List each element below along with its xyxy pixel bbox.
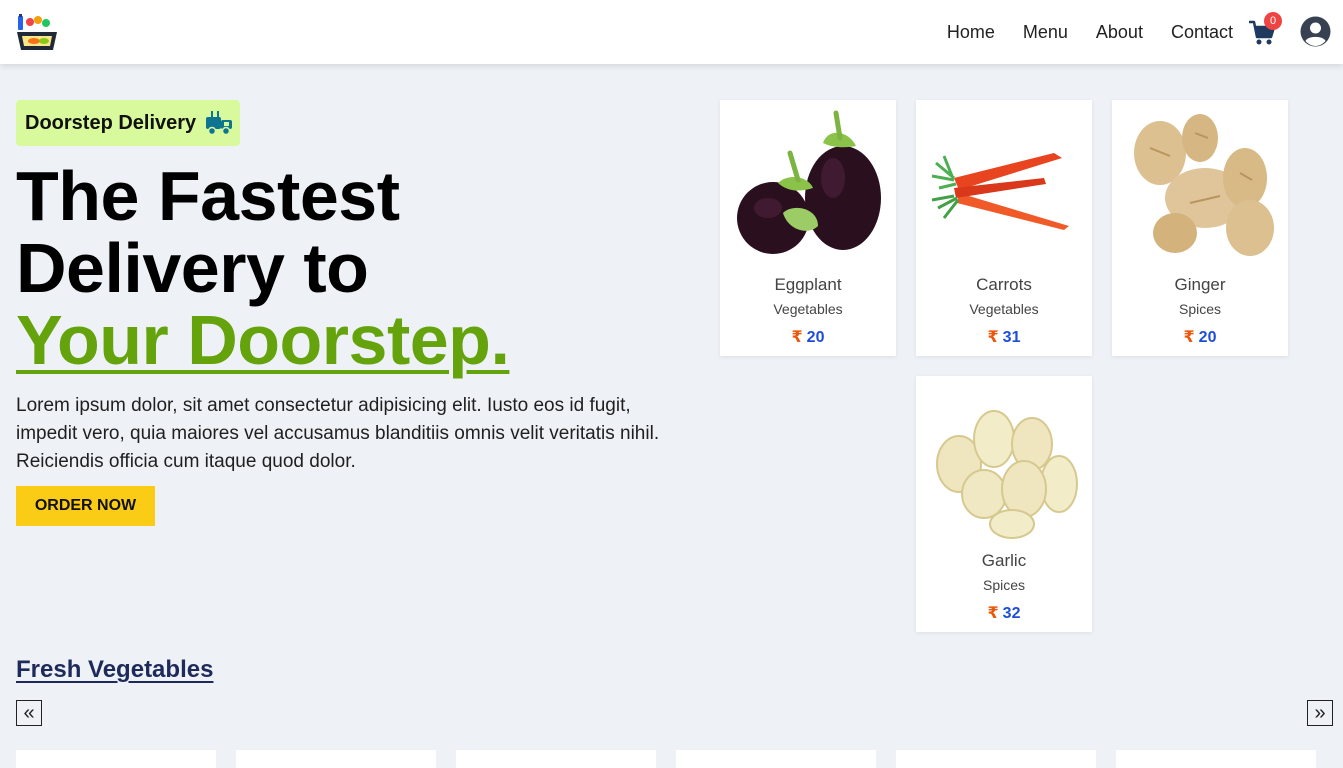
main-nav: Home Menu About Contact	[947, 0, 1233, 64]
garlic-image	[936, 410, 1078, 539]
eggplant-image	[737, 110, 881, 254]
product-price: ₹32	[916, 603, 1092, 623]
fresh-vegetables-heading: Fresh Vegetables	[16, 656, 214, 683]
product-category: Spices	[1178, 301, 1222, 317]
carousel-next-button[interactable]: »	[1307, 700, 1333, 726]
carousel-prev-button[interactable]: «	[16, 700, 42, 726]
price-value: 32	[1002, 605, 1021, 622]
product-name: Carrots	[976, 275, 1032, 294]
carrots-image	[931, 153, 1069, 230]
product-card-ginger[interactable]: Ginger Spices ₹20	[1112, 100, 1288, 356]
user-account-icon[interactable]	[1300, 16, 1331, 47]
doorstep-delivery-badge: Doorstep Delivery	[16, 100, 240, 146]
product-category: Vegetables	[773, 301, 843, 317]
product-name: Eggplant	[774, 275, 842, 294]
nav-home[interactable]: Home	[947, 22, 995, 43]
vegetable-card[interactable]	[456, 750, 656, 768]
hero-title-line1: The Fastest	[16, 157, 400, 235]
product-name: Garlic	[981, 551, 1027, 570]
grocery-basket-logo-icon[interactable]	[16, 14, 58, 52]
product-card-eggplant[interactable]: Eggplant Vegetables ₹20	[720, 100, 896, 356]
hero-title: The Fastest Delivery to Your Doorstep.	[16, 157, 510, 379]
price-value: 20	[1198, 329, 1217, 346]
ginger-image	[1134, 114, 1274, 256]
nav-about[interactable]: About	[1096, 22, 1143, 43]
vegetable-card[interactable]	[676, 750, 876, 768]
product-card-carrots[interactable]: Carrots Vegetables ₹31	[916, 100, 1092, 356]
hero-description: Lorem ipsum dolor, sit amet consectetur …	[16, 395, 660, 472]
vegetable-card[interactable]	[16, 750, 216, 768]
nav-contact[interactable]: Contact	[1171, 22, 1233, 43]
product-name: Ginger	[1174, 275, 1226, 294]
vegetable-card[interactable]	[236, 750, 436, 768]
cart-count-badge: 0	[1264, 12, 1282, 30]
product-category: Spices	[982, 577, 1026, 593]
hero-title-line2: Delivery to	[16, 229, 369, 307]
product-price: ₹20	[1112, 327, 1288, 347]
hero-title-highlight: Your Doorstep.	[16, 301, 510, 379]
rupee-icon: ₹	[987, 329, 999, 346]
rupee-icon: ₹	[987, 605, 999, 622]
nav-menu[interactable]: Menu	[1023, 22, 1068, 43]
rupee-icon: ₹	[1183, 329, 1195, 346]
product-price: ₹31	[916, 327, 1092, 347]
price-value: 20	[806, 329, 825, 346]
product-price: ₹20	[720, 327, 896, 347]
delivery-truck-icon	[206, 111, 233, 136]
vegetable-card[interactable]	[1116, 750, 1316, 768]
top-navbar: Home Menu About Contact 0	[0, 0, 1343, 64]
price-value: 31	[1002, 329, 1021, 346]
product-card-garlic[interactable]: Garlic Spices ₹32	[916, 376, 1092, 632]
vegetable-card[interactable]	[896, 750, 1096, 768]
rupee-icon: ₹	[791, 329, 803, 346]
order-now-button[interactable]: ORDER NOW	[16, 486, 155, 526]
product-category: Vegetables	[969, 301, 1039, 317]
delivery-badge-label: Doorstep Delivery	[25, 111, 197, 134]
